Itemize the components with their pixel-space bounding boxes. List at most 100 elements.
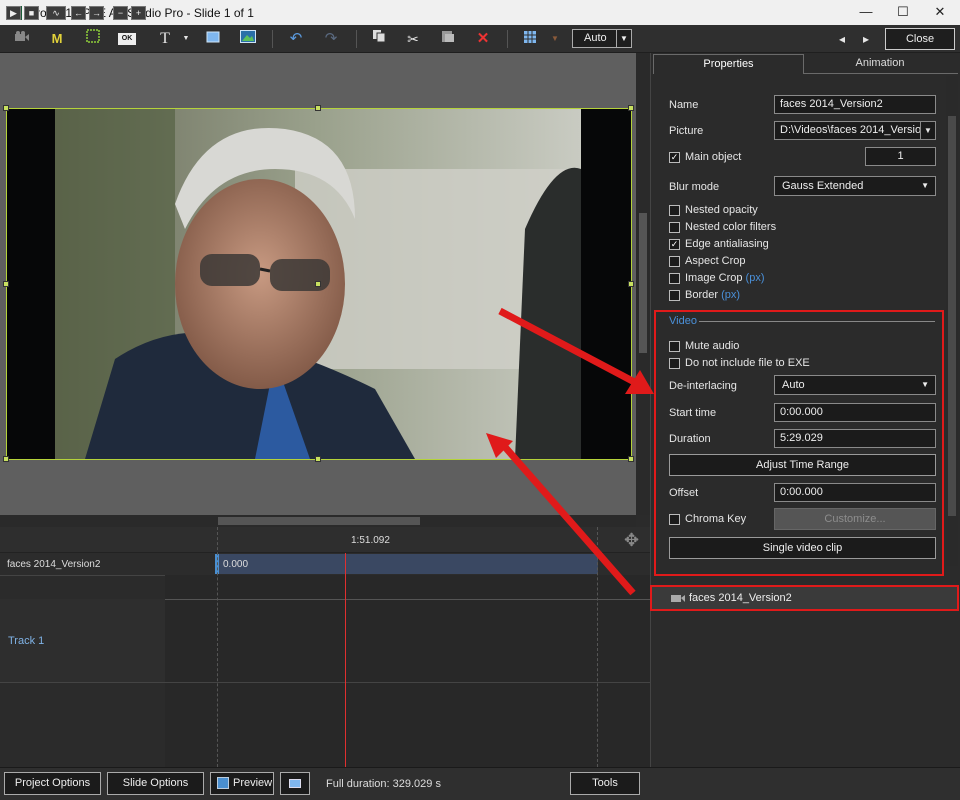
resize-handle[interactable] [315, 456, 321, 462]
window-close-button[interactable]: ✕ [923, 0, 957, 25]
picture-field[interactable]: D:\Videos\faces 2014_Version2.mp4 [774, 121, 936, 140]
image-icon[interactable] [238, 29, 258, 49]
timeline-clip[interactable] [215, 554, 598, 574]
minimize-button[interactable]: — [849, 0, 883, 25]
zoom-in-button[interactable]: + [131, 6, 146, 20]
camera-icon[interactable] [12, 29, 32, 49]
chevron-down-icon[interactable]: ▼ [545, 29, 565, 49]
nested-color-filters-label: Nested color filters [685, 221, 777, 233]
resize-handle[interactable] [628, 456, 634, 462]
image-crop-checkbox[interactable] [669, 273, 680, 284]
nested-opacity-label: Nested opacity [685, 204, 758, 216]
timeline-body[interactable] [165, 575, 650, 767]
clip-start-time: 0.000 [223, 559, 249, 570]
name-label: Name [669, 99, 699, 111]
blur-mode-label: Blur mode [669, 181, 720, 193]
canvas-horizontal-scrollbar[interactable] [0, 515, 636, 527]
text-icon[interactable]: T [155, 29, 175, 49]
resize-handle[interactable] [3, 456, 9, 462]
project-options-button[interactable]: Project Options [4, 772, 101, 795]
redo-icon[interactable]: ↷ [321, 29, 341, 49]
grid-icon[interactable] [520, 29, 540, 49]
mask-icon[interactable]: M [47, 29, 67, 49]
preview-button[interactable]: Preview [210, 772, 274, 795]
move-right-button[interactable]: → [89, 6, 104, 20]
nested-opacity-checkbox[interactable] [669, 205, 680, 216]
border-text: Border [685, 289, 719, 301]
rectangle-icon[interactable] [203, 29, 223, 49]
close-button[interactable]: Close [885, 28, 955, 50]
scrollbar-thumb[interactable] [948, 116, 956, 516]
nested-color-filters-checkbox[interactable] [669, 222, 680, 233]
image-crop-px-link[interactable]: (px) [746, 272, 765, 284]
toolbar-separator [272, 30, 273, 48]
next-slide-button[interactable]: ▸ [856, 29, 876, 49]
main-object-number[interactable]: 1 [865, 147, 936, 166]
picture-label: Picture [669, 125, 704, 137]
delete-icon[interactable]: ✕ [473, 29, 493, 49]
canvas-vertical-scrollbar[interactable] [636, 53, 650, 515]
track-name[interactable]: Track 1 [8, 635, 44, 647]
play-button[interactable]: ▶ [6, 6, 21, 20]
fullscreen-button[interactable] [280, 772, 310, 795]
playhead[interactable] [345, 553, 346, 767]
full-duration: Full duration: 329.029 s [326, 778, 441, 790]
toolbar-separator [507, 30, 508, 48]
move-left-button[interactable]: ← [71, 6, 86, 20]
tab-animation[interactable]: Animation [806, 54, 954, 74]
undo-icon[interactable]: ↶ [286, 29, 306, 49]
scrollbar-thumb[interactable] [218, 517, 420, 525]
preview-label: Preview [233, 777, 273, 789]
stop-button[interactable]: ■ [24, 6, 39, 20]
properties-scrollbar[interactable] [946, 76, 958, 566]
zoom-select[interactable]: Auto ▼ [572, 29, 632, 48]
main-toolbar: M OK T ▼ ↶ ↷ ✂ ✕ ▼ Auto ▼ ◂ ▸ Close [0, 25, 960, 53]
move-icon[interactable]: ✥ [624, 530, 639, 551]
aspect-crop-checkbox[interactable] [669, 256, 680, 267]
copy-icon[interactable] [369, 29, 389, 49]
paste-icon[interactable] [438, 29, 458, 49]
image-crop-label: Image Crop (px) [685, 272, 765, 284]
zoom-value: Auto [584, 32, 607, 44]
tab-properties[interactable]: Properties [653, 54, 804, 74]
scrollbar-thumb[interactable] [639, 213, 647, 353]
frame-icon[interactable] [83, 29, 103, 49]
monitor-icon [289, 779, 301, 788]
preview-icon [217, 777, 229, 789]
chevron-down-icon: ▼ [921, 181, 929, 190]
waveform-button[interactable]: ∿ [46, 6, 66, 20]
zoom-out-button[interactable]: − [113, 6, 128, 20]
chevron-down-icon[interactable]: ▼ [920, 122, 935, 139]
image-crop-text: Image Crop [685, 272, 743, 284]
resize-handle[interactable] [3, 281, 9, 287]
edge-antialiasing-label: Edge antialiasing [685, 238, 769, 250]
tools-button[interactable]: Tools [570, 772, 640, 795]
blur-mode-value: Gauss Extended [782, 180, 864, 192]
resize-handle[interactable] [315, 105, 321, 111]
border-px-link[interactable]: (px) [721, 289, 740, 301]
prev-slide-button[interactable]: ◂ [832, 29, 852, 49]
toolbar-separator [356, 30, 357, 48]
slide-options-button[interactable]: Slide Options [107, 772, 204, 795]
blur-mode-select[interactable]: Gauss Extended ▼ [774, 176, 936, 196]
highlight-box-object [650, 585, 959, 611]
resize-handle[interactable] [628, 281, 634, 287]
aspect-crop-label: Aspect Crop [685, 255, 746, 267]
name-field[interactable]: faces 2014_Version2 [774, 95, 936, 114]
border-checkbox[interactable] [669, 290, 680, 301]
highlight-box-video [654, 310, 944, 576]
resize-handle[interactable] [628, 105, 634, 111]
ok-button-icon[interactable]: OK [118, 33, 136, 45]
maximize-button[interactable]: ☐ [886, 0, 920, 25]
chevron-down-icon[interactable]: ▼ [176, 29, 196, 49]
cut-icon[interactable]: ✂ [403, 29, 423, 49]
timeline-gridline [597, 527, 598, 767]
timeline-current-time: 1:51.092 [351, 535, 390, 546]
main-object-checkbox[interactable]: ✓ [669, 152, 680, 163]
divider [0, 682, 650, 683]
border-label: Border (px) [685, 289, 740, 301]
center-handle[interactable] [315, 281, 321, 287]
resize-handle[interactable] [3, 105, 9, 111]
edge-antialiasing-checkbox[interactable]: ✓ [669, 239, 680, 250]
divider [804, 73, 958, 74]
